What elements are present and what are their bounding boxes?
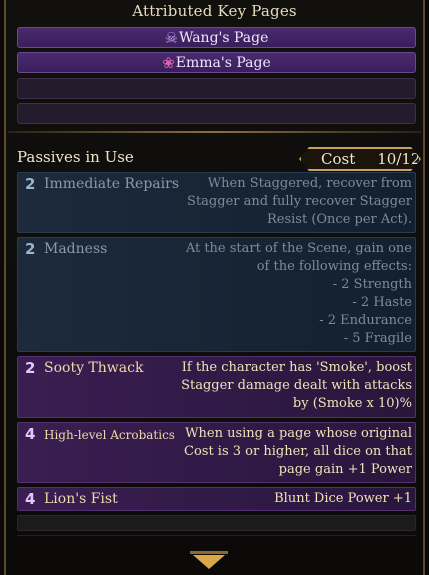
passive-immediate-repairs[interactable]: 2 Immediate Repairs When Staggered, reco… [17, 172, 416, 233]
key-page-label: Wang's Page [179, 29, 269, 46]
cost-badge: Cost 10/12 [299, 147, 421, 171]
passive-cost: 4 [25, 425, 36, 443]
cost-value: 10/12 [377, 150, 421, 168]
passive-slot-empty[interactable] [17, 515, 416, 531]
passive-description: At the start of the Scene, gain one of t… [185, 241, 412, 346]
passive-sooty-thwack[interactable]: 2 Sooty Thwack If the character has 'Smo… [17, 356, 416, 418]
passive-name: High-level Acrobatics [44, 428, 175, 442]
passive-cost: 2 [25, 240, 36, 258]
passive-name: Madness [44, 241, 108, 257]
passive-description: When using a page whose original Cost is… [184, 426, 412, 477]
passives-title: Passives in Use [17, 148, 134, 166]
skull-mask-icon: ☠ [164, 28, 179, 47]
key-page-label: Emma's Page [175, 54, 271, 71]
key-pages-title: Attributed Key Pages [132, 2, 297, 20]
list-bottom-divider [17, 535, 416, 536]
passive-high-level-acrobatics[interactable]: 4 High-level Acrobatics When using a pag… [17, 422, 416, 483]
passive-cost: 4 [25, 490, 36, 508]
key-page-slot-empty[interactable] [17, 78, 416, 99]
scroll-arrow-base [190, 551, 228, 554]
key-page-slot-empty[interactable] [17, 103, 416, 124]
passive-cost: 2 [25, 359, 36, 377]
section-divider [8, 131, 421, 133]
passive-cost: 2 [25, 175, 36, 193]
scroll-down-arrow-icon[interactable] [193, 555, 225, 569]
passive-madness[interactable]: 2 Madness At the start of the Scene, gai… [17, 237, 416, 352]
rose-icon: ❀ [162, 53, 175, 72]
key-page-slot-wang[interactable]: ☠ Wang's Page [17, 27, 416, 48]
passive-description: Blunt Dice Power +1 [274, 491, 412, 506]
passive-description: If the character has 'Smoke', boost Stag… [181, 360, 412, 411]
passive-name: Lion's Fist [44, 491, 118, 507]
passive-name: Sooty Thwack [44, 360, 144, 376]
passive-name: Immediate Repairs [44, 176, 180, 192]
passive-description: When Staggered, recover from Stagger and… [187, 176, 412, 227]
cost-label: Cost [321, 150, 356, 168]
passive-lions-fist[interactable]: 4 Lion's Fist Blunt Dice Power +1 [17, 487, 416, 511]
key-page-slot-emma[interactable]: ❀ Emma's Page [17, 52, 416, 73]
